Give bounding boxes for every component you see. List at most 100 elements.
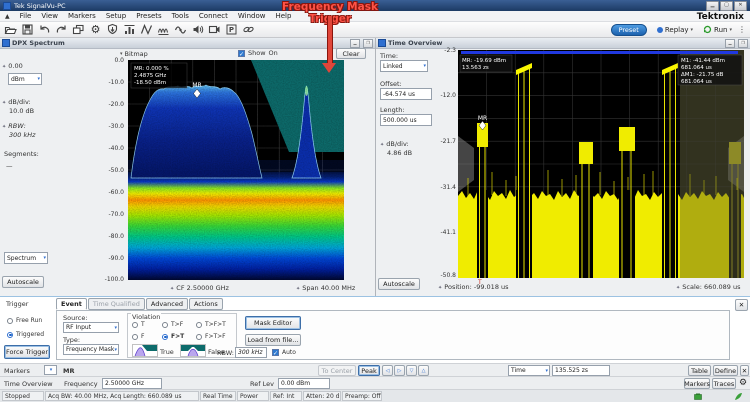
violation-tft-radio[interactable]: T>F>T	[196, 321, 226, 328]
load-from-file-button[interactable]: Load from file...	[245, 334, 301, 346]
to-position[interactable]: ✦ Position: -99.018 us	[438, 283, 509, 291]
video-capture-icon[interactable]	[208, 23, 221, 36]
dpx-clear-button[interactable]: Clear	[336, 48, 366, 59]
trigger-panel-close-button[interactable]: ✕	[735, 299, 748, 311]
save-icon[interactable]	[21, 23, 34, 36]
menu-view[interactable]: View	[41, 12, 58, 20]
peak-right-button[interactable]: ▷	[394, 365, 405, 376]
waveform-icon[interactable]	[174, 23, 187, 36]
more-options-icon[interactable]: ⋮	[738, 25, 746, 34]
dpx-autoscale-button[interactable]: Autoscale	[2, 276, 44, 288]
run-button[interactable]: Run ▾ ⋮	[703, 25, 746, 34]
analysis-trace-icon[interactable]	[140, 23, 153, 36]
markers-bar-close-button[interactable]: ✕	[740, 365, 749, 376]
violation-ft-radio[interactable]: F>T	[162, 333, 184, 340]
close-icon[interactable]: ✕	[734, 1, 747, 11]
trigger-rbw-auto-checkbox[interactable]: Auto	[272, 349, 296, 356]
marker-time-value-field[interactable]: 135.525 zs	[552, 365, 610, 376]
frequency-field[interactable]: 2.50000 GHz	[102, 378, 162, 389]
replay-button[interactable]: Replay ▾	[657, 26, 693, 34]
menu-connect[interactable]: Connect	[199, 12, 228, 20]
source-select[interactable]: RF Input▾	[63, 322, 119, 333]
to-maximize-icon[interactable]: ❐	[738, 39, 748, 48]
redo-icon[interactable]	[55, 23, 68, 36]
dpx-rbw-value[interactable]: 300 kHz	[9, 131, 36, 139]
dpx-dbdiv-value[interactable]: 10.0 dB	[9, 107, 34, 115]
force-trigger-button[interactable]: Force Trigger	[4, 345, 50, 359]
dpx-show-checkbox[interactable]: Show On	[238, 49, 278, 57]
minimize-icon[interactable]: ▁	[706, 1, 719, 11]
marker-define-button[interactable]: Define	[713, 365, 738, 376]
marker-select-dropdown[interactable]: ▾	[44, 365, 57, 375]
undo-icon[interactable]	[38, 23, 51, 36]
tab-event[interactable]: Event	[56, 298, 87, 310]
violation-ftf-radio[interactable]: F>T>F	[196, 333, 226, 340]
preset-p-icon[interactable]: P	[225, 23, 238, 36]
chevron-down-icon: ▾	[114, 347, 117, 353]
settings-gear-icon[interactable]: ⚙	[89, 23, 102, 36]
to-ytick: -2.3	[434, 47, 456, 54]
spectrum-trace-icon[interactable]	[157, 23, 170, 36]
instrument-icon[interactable]: ▲	[5, 13, 10, 20]
dpx-unit-select[interactable]: dBm▾	[8, 73, 42, 85]
peak-left-button[interactable]: ◁	[382, 365, 393, 376]
to-time-mode-select[interactable]: Linked▾	[380, 60, 428, 72]
connect-icon[interactable]	[242, 23, 255, 36]
to-window-titlebar[interactable]: Time Overview ▁ ❐	[376, 38, 750, 49]
dpx-maximize-icon[interactable]: ❐	[363, 39, 373, 48]
to-length-field[interactable]: 500.000 us	[380, 114, 432, 126]
maximize-icon[interactable]: ▢	[720, 1, 733, 11]
menu-presets[interactable]: Presets	[136, 12, 161, 20]
to-minimize-icon[interactable]: ▁	[725, 39, 735, 48]
menu-markers[interactable]: Markers	[68, 12, 96, 20]
to-autoscale-button[interactable]: Autoscale	[378, 278, 420, 290]
dpx-trace-select[interactable]: Spectrum▾	[4, 252, 48, 264]
traces-toggle-button[interactable]: Traces	[712, 378, 736, 389]
dpx-span[interactable]: ✦ Span 40.00 MHz	[296, 284, 355, 292]
peak-higher-button[interactable]: △	[418, 365, 429, 376]
to-center-button[interactable]: To Center	[318, 365, 356, 376]
dpx-window-icon	[2, 39, 10, 47]
trigger-triggered-radio[interactable]: Triggered	[7, 331, 44, 338]
menu-setup[interactable]: Setup	[106, 12, 126, 20]
ref-level-field[interactable]: 0.00 dBm	[278, 378, 330, 389]
audio-icon[interactable]	[191, 23, 204, 36]
dpx-minimize-icon[interactable]: ▁	[350, 39, 360, 48]
displays-icon[interactable]	[72, 23, 85, 36]
trigger-free-run-radio[interactable]: Free Run	[7, 317, 42, 324]
menu-tools[interactable]: Tools	[172, 12, 189, 20]
tab-advanced[interactable]: Advanced	[146, 298, 188, 310]
mask-editor-button[interactable]: Mask Editor	[245, 316, 301, 330]
preset-button[interactable]: Preset	[611, 24, 647, 36]
to-scale[interactable]: ✦ Scale: 660.089 us	[676, 283, 741, 291]
dpx-trace-mode-dropdown[interactable]: ▾ Bitmap	[120, 50, 148, 58]
analysis-range-bar[interactable]	[461, 51, 738, 54]
markers-toggle-button[interactable]: Markers	[684, 378, 710, 389]
violation-t-radio[interactable]: T	[132, 321, 145, 328]
marker-table-button[interactable]: Table	[688, 365, 711, 376]
amplitude-icon[interactable]	[123, 23, 136, 36]
run-icon	[703, 25, 712, 34]
dpx-marker-readout: MR: 0.000 % 2.4875 GHz -18.50 dBm	[131, 63, 187, 88]
trigger-rbw-field[interactable]: 300 kHz	[235, 347, 267, 358]
dpx-bitmap-display[interactable]: MR MR: 0.000 % 2.4875 GHz -18.50 dBm	[128, 60, 344, 280]
dpx-ytick: -20.0	[102, 101, 124, 108]
trigger-event-content: Source: RF Input▾ Type: Frequency Mask▾ …	[56, 310, 730, 360]
dpx-cf[interactable]: ✦ CF 2.50000 GHz	[170, 284, 229, 292]
violation-tf-radio[interactable]: T>F	[162, 321, 183, 328]
to-dbdiv-value[interactable]: 4.86 dB	[387, 149, 412, 157]
open-file-icon[interactable]	[4, 23, 17, 36]
peak-button[interactable]: Peak	[358, 365, 380, 376]
peak-lower-button[interactable]: ▽	[406, 365, 417, 376]
marker-readout-mode-select[interactable]: Time▾	[508, 365, 550, 376]
menu-file[interactable]: File	[20, 12, 32, 20]
settings-gear-icon[interactable]: ⚙	[739, 378, 747, 389]
tab-time-qualified[interactable]: Time Qualified	[88, 298, 145, 310]
dpx-window-titlebar[interactable]: DPX Spectrum ▁ ❐	[0, 38, 375, 49]
time-overview-display[interactable]: MR MR: -19.69 dBm 13.563 zs M1: -41.44 d…	[458, 50, 744, 278]
tab-actions[interactable]: Actions	[189, 298, 223, 310]
type-select[interactable]: Frequency Mask▾	[63, 344, 119, 355]
trigger-shield-icon[interactable]	[106, 23, 119, 36]
violation-f-radio[interactable]: F	[132, 333, 144, 340]
to-offset-field[interactable]: -64.574 us	[380, 88, 432, 100]
